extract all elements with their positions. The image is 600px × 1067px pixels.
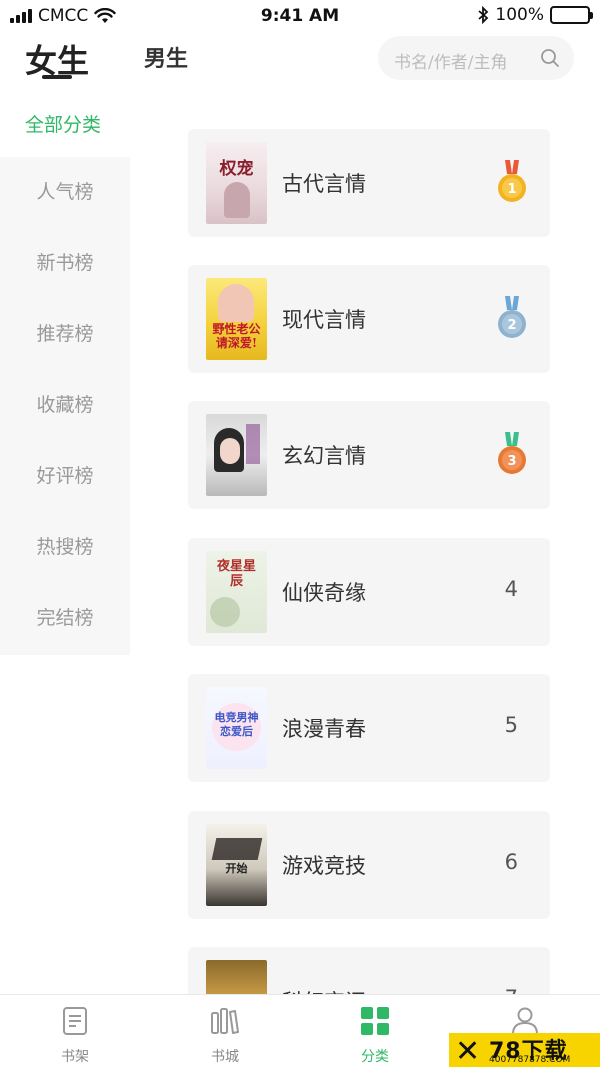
- cover-title: 野性老公请深爱!: [212, 322, 261, 350]
- book-cover: 夜星星辰: [206, 551, 267, 633]
- sidebar-item-favorites[interactable]: 收藏榜: [0, 370, 130, 441]
- category-label: 浪漫青春: [282, 717, 366, 741]
- rank-number: 5: [504, 713, 518, 737]
- status-bar: CMCC 9:41 AM 100%: [0, 0, 600, 32]
- nav-item-bookstore[interactable]: 书城: [150, 995, 300, 1067]
- category-label: 仙侠奇缘: [282, 581, 366, 605]
- cover-title: 夜星星辰: [216, 559, 256, 589]
- svg-text:2: 2: [507, 318, 516, 333]
- cover-title: 开始: [225, 862, 248, 875]
- nav-label: 书城: [211, 1049, 239, 1065]
- book-cover: [206, 414, 267, 496]
- search-input[interactable]: 书名/作者/主角: [378, 36, 574, 80]
- category-card[interactable]: 开始 游戏竞技 6: [188, 811, 550, 919]
- book-cover: 电竞男神恋爱后: [206, 687, 267, 769]
- category-card[interactable]: 野性老公请深爱! 现代言情 2: [188, 265, 550, 373]
- category-card[interactable]: 玄幻言情 3: [188, 401, 550, 509]
- nav-label: 分类: [361, 1049, 389, 1065]
- sidebar-item-popular[interactable]: 人气榜: [0, 157, 130, 228]
- watermark-logo: ✕ 78下载 4007787878.COM: [449, 1033, 600, 1067]
- bluetooth-icon: [478, 6, 489, 24]
- battery-icon: [550, 6, 593, 24]
- category-card[interactable]: 电竞男神恋爱后 浪漫青春 5: [188, 674, 550, 782]
- bookshelf-icon: [63, 1007, 87, 1035]
- search-placeholder: 书名/作者/主角: [394, 53, 508, 73]
- sidebar-item-trending[interactable]: 热搜榜: [0, 512, 130, 583]
- battery-percent: 100%: [495, 5, 544, 25]
- search-icon[interactable]: [540, 48, 560, 68]
- watermark-x-icon: ✕: [455, 1034, 481, 1067]
- cover-title: 电竞男神恋爱后: [214, 711, 259, 738]
- watermark-sub: 4007787878.COM: [489, 1055, 571, 1065]
- nav-label: 书架: [61, 1049, 89, 1065]
- rank-number: 6: [504, 850, 518, 874]
- rank-number: 4: [504, 577, 518, 601]
- category-label: 玄幻言情: [282, 444, 366, 468]
- category-card[interactable]: 权宠 古代言情 1: [188, 129, 550, 237]
- gold-medal-icon: 1: [498, 160, 526, 202]
- book-cover: 开始: [206, 824, 267, 906]
- book-cover: 权宠: [206, 142, 267, 224]
- sidebar-item-recommended[interactable]: 推荐榜: [0, 299, 130, 370]
- sidebar-item-top-rated[interactable]: 好评榜: [0, 441, 130, 512]
- active-tab-indicator: [42, 75, 72, 79]
- category-label: 现代言情: [282, 308, 366, 332]
- nav-item-category[interactable]: 分类: [300, 995, 450, 1067]
- bronze-medal-icon: 3: [498, 432, 526, 474]
- tab-male[interactable]: 男生: [144, 41, 188, 73]
- sidebar-item-all[interactable]: 全部分类: [25, 110, 101, 137]
- cover-title: 权宠: [219, 159, 254, 179]
- nav-item-bookshelf[interactable]: 书架: [0, 995, 150, 1067]
- sidebar-item-completed[interactable]: 完结榜: [0, 583, 130, 654]
- category-label: 古代言情: [282, 172, 366, 196]
- category-card[interactable]: 夜星星辰 仙侠奇缘 4: [188, 538, 550, 646]
- svg-text:3: 3: [507, 454, 516, 469]
- silver-medal-icon: 2: [498, 296, 526, 338]
- category-icon: [361, 1007, 389, 1035]
- bookstore-icon: [211, 1008, 239, 1034]
- status-right: 100%: [477, 5, 593, 25]
- book-cover: 野性老公请深爱!: [206, 278, 267, 360]
- sidebar-item-new[interactable]: 新书榜: [0, 228, 130, 299]
- svg-text:1: 1: [507, 182, 516, 197]
- category-label: 游戏竞技: [282, 854, 366, 878]
- sidebar: 人气榜 新书榜 推荐榜 收藏榜 好评榜 热搜榜 完结榜: [0, 157, 130, 655]
